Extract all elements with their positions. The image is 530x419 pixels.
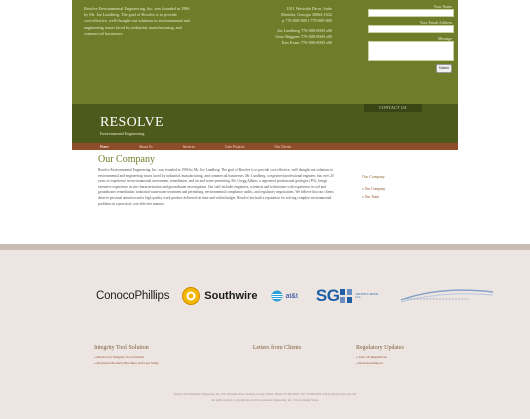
sg-caption-line: LLC xyxy=(355,296,361,299)
page-title: Our Company xyxy=(98,154,155,165)
article: Our Company Resolve Environmental Engine… xyxy=(98,154,334,207)
header: CONTACT US RESOLVE Environmental Enginee… xyxy=(72,104,458,143)
name-input[interactable] xyxy=(368,9,454,17)
integrity-link-label: Resolve for Integrity Tool Solution xyxy=(96,355,145,359)
regulatory-heading: Regulatory Updates xyxy=(356,345,404,351)
quick-contact-form: Your Name Your Email Address Message Sub… xyxy=(368,4,454,73)
footer-copyright: All rights reserved. Copyright Resolve E… xyxy=(211,399,319,402)
integrity-column: Integrity Tool Solution » Resolve for In… xyxy=(94,344,214,366)
side-link-label: Our Team xyxy=(364,195,380,199)
body-paragraph: Resolve Environmental Engineering, Inc. … xyxy=(98,168,334,206)
side-nav-title: Our Company xyxy=(362,174,385,179)
side-nav: Our Company » Our Company » Our Team xyxy=(362,174,442,201)
att-globe-icon xyxy=(271,290,283,302)
email-input[interactable] xyxy=(368,25,454,33)
about-summary: Resolve Environmental Engineering, Inc. … xyxy=(84,6,230,37)
sg-caption: SOLVENT GROUP LLC xyxy=(355,293,379,300)
att-logo: at&t xyxy=(271,290,298,302)
lower-columns: Integrity Tool Solution » Resolve for In… xyxy=(72,344,458,374)
footer: Resolve Environmental Engineering, Inc. … xyxy=(0,392,530,404)
body-text: Resolve Environmental Engineering, Inc. … xyxy=(98,168,334,207)
submit-button[interactable]: Submit xyxy=(436,64,452,73)
top-info-panel: Resolve Environmental Engineering, Inc. … xyxy=(72,0,458,104)
nav-services[interactable]: Services xyxy=(153,145,195,149)
brochure-link-label: Download Products Brochure and Case Stud… xyxy=(96,361,159,365)
conocophillips-logo: ConocoPhillips xyxy=(96,290,169,302)
sg-logo: SG SOLVENT GROUP LLC xyxy=(316,286,380,306)
page: Resolve Environmental Engineering, Inc. … xyxy=(0,0,530,419)
regulatory-column: Regulatory Updates » View all Regulation… xyxy=(356,344,476,366)
nav-case-projects[interactable]: Case Projects xyxy=(195,145,244,149)
letters-heading: Letters from Clients xyxy=(252,345,302,351)
swoosh-emblem-icon xyxy=(401,289,494,303)
main-nav: Home About Us Services Case Projects Our… xyxy=(72,143,458,150)
logo-wordmark: RESOLVE xyxy=(100,115,164,130)
report-link-label: Download Report xyxy=(358,361,383,365)
partner-swoosh-logo xyxy=(399,286,495,306)
nav-home[interactable]: Home xyxy=(72,145,109,149)
side-link-our-team[interactable]: » Our Team xyxy=(362,193,442,201)
report-link[interactable]: » Download Report xyxy=(356,360,476,366)
about-line: commercial businesses. xyxy=(84,30,124,36)
sg-grid-icon xyxy=(340,289,353,303)
letters-column: Letters from Clients xyxy=(232,344,352,354)
contact-details: 1011 Westside Drive, Suite Marietta, Geo… xyxy=(240,6,332,46)
contact-person: Ken Evans 770-000-0000 x00 xyxy=(281,39,332,45)
sg-letters: SG xyxy=(315,286,340,305)
side-link-label: Our Company xyxy=(364,187,386,191)
southwire-emblem-icon xyxy=(182,287,201,305)
side-link-our-company[interactable]: » Our Company xyxy=(362,185,442,193)
southwire-text: Southwire xyxy=(204,290,258,302)
contact-us-tab[interactable]: CONTACT US xyxy=(364,104,422,112)
site-logo[interactable]: RESOLVE Environmental Engineering xyxy=(100,115,164,137)
att-text: at&t xyxy=(285,292,298,300)
logo-tagline: Environmental Engineering xyxy=(100,131,145,136)
integrity-heading: Integrity Tool Solution xyxy=(94,345,149,351)
southwire-logo: Southwire xyxy=(181,286,257,306)
partner-logos: ConocoPhillips Southwire at&t SG SOLVENT… xyxy=(96,282,494,310)
nav-about[interactable]: About Us xyxy=(109,145,153,149)
regulations-link-label: View all Regulations xyxy=(358,355,387,359)
main-content: Our Company Resolve Environmental Engine… xyxy=(72,150,458,234)
brochure-link[interactable]: » Download Products Brochure and Case St… xyxy=(94,360,214,366)
message-textarea[interactable] xyxy=(368,41,454,61)
nav-our-clients[interactable]: Our Clients xyxy=(244,145,291,149)
conocophillips-text: ConocoPhillips xyxy=(96,290,170,302)
